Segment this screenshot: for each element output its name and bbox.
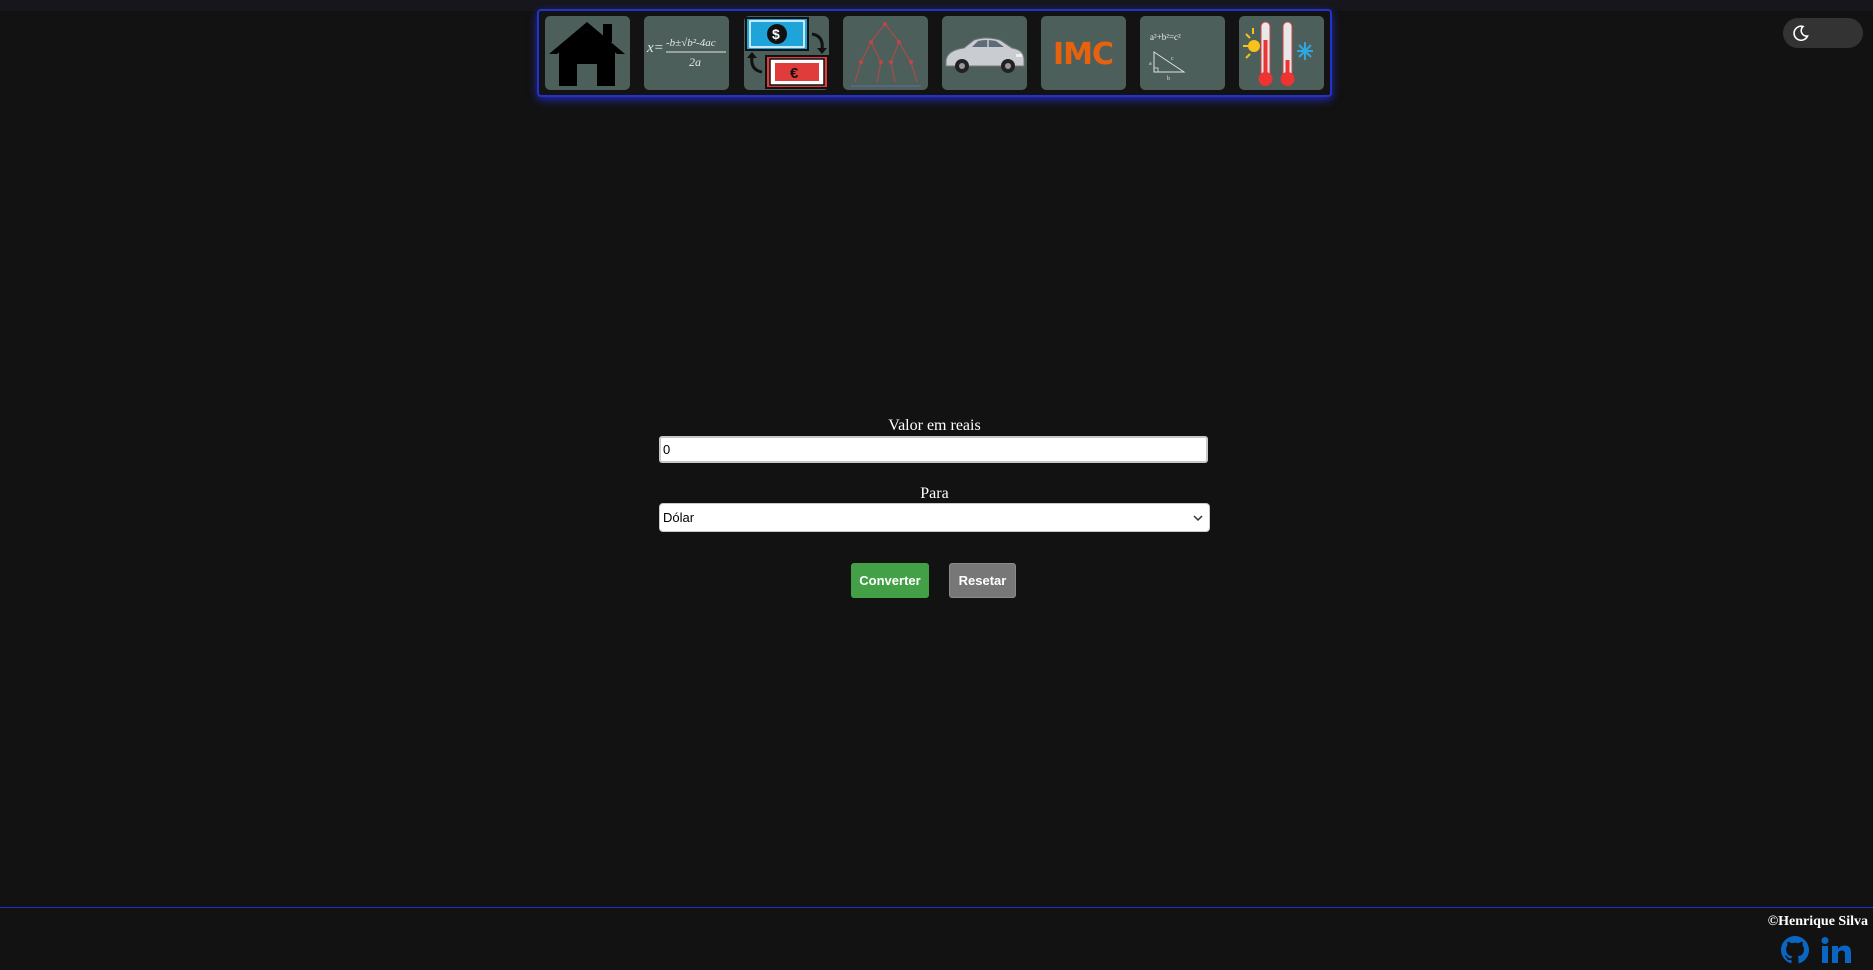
copyright-text: ©Henrique Silva: [1767, 914, 1868, 929]
theme-toggle[interactable]: [1783, 18, 1863, 48]
target-currency-label: Para: [920, 485, 949, 502]
linkedin-icon[interactable]: [1820, 936, 1852, 964]
svg-text:a²+b²=c²: a²+b²=c²: [1150, 32, 1181, 42]
nav-item-temperature[interactable]: [1239, 16, 1324, 90]
amount-label: Valor em reais: [888, 417, 981, 434]
svg-text:b: b: [1167, 76, 1170, 82]
app-nav-bar: x= -b±√b²-4ac 2a $ € IMC a²+b²=c² a b c: [537, 9, 1332, 97]
target-currency-select[interactable]: Dólar: [659, 503, 1210, 532]
currency-exchange-icon: $ €: [745, 17, 829, 89]
svg-text:IMC: IMC: [1053, 37, 1113, 72]
svg-text:c: c: [1171, 56, 1174, 62]
reset-button[interactable]: Resetar: [949, 563, 1016, 598]
nav-item-imc[interactable]: IMC: [1041, 16, 1126, 90]
svg-text:€: €: [790, 65, 799, 82]
car-icon: [945, 37, 1025, 73]
house-icon: [549, 22, 625, 86]
github-icon[interactable]: [1781, 936, 1809, 964]
target-currency-value: Dólar: [663, 510, 695, 525]
imc-icon: IMC: [1053, 37, 1114, 72]
moon-icon: [1793, 25, 1809, 41]
svg-text:2a: 2a: [689, 55, 701, 69]
nav-item-home[interactable]: [545, 16, 630, 90]
nav-item-currency-converter[interactable]: $ €: [744, 16, 829, 90]
nav-item-pythagoras[interactable]: a²+b²=c² a b c: [1140, 16, 1225, 90]
amount-input[interactable]: 0: [659, 436, 1208, 463]
tree-diagram-icon: [851, 22, 921, 87]
svg-text:a: a: [1149, 61, 1152, 67]
convert-button[interactable]: Converter: [851, 563, 929, 598]
svg-text:-b±√b²-4ac: -b±√b²-4ac: [666, 37, 716, 49]
svg-text:x=: x=: [646, 40, 664, 56]
quadratic-formula-icon: x= -b±√b²-4ac 2a: [646, 37, 726, 69]
nav-item-car[interactable]: [942, 16, 1027, 90]
nav-item-bhaskara[interactable]: x= -b±√b²-4ac 2a: [644, 16, 729, 90]
pythagoras-icon: a²+b²=c² a b c: [1149, 32, 1186, 82]
footer: ©Henrique Silva: [0, 908, 1873, 970]
svg-text:$: $: [772, 26, 780, 42]
chevron-down-icon: [1193, 515, 1203, 522]
thermometer-icon: [1243, 21, 1313, 86]
nav-item-tree[interactable]: [843, 16, 928, 90]
